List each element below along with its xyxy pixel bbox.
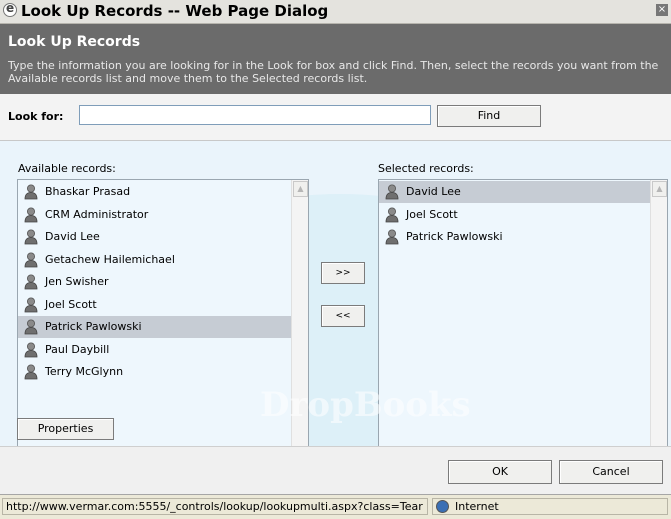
user-icon (24, 364, 38, 380)
list-item[interactable]: Joel Scott (18, 294, 291, 316)
list-item[interactable]: Joel Scott (379, 204, 650, 226)
user-icon (24, 184, 38, 200)
user-icon (24, 207, 38, 222)
close-icon[interactable]: × (656, 4, 668, 16)
available-records-label: Available records: (18, 162, 116, 175)
zone-label: Internet (455, 500, 499, 513)
record-name: Patrick Pawlowski (406, 230, 503, 243)
look-for-label: Look for: (8, 110, 64, 123)
dialog-body: Look for: Find Available records: Select… (0, 94, 671, 503)
dialog-title: Look Up Records (8, 34, 141, 50)
record-name: Joel Scott (45, 297, 97, 311)
add-records-button[interactable]: >> (321, 262, 365, 284)
record-name: Paul Daybill (45, 342, 110, 356)
watermark: DropBooks (260, 385, 471, 425)
user-icon (385, 184, 399, 200)
remove-records-button[interactable]: << (321, 305, 365, 327)
record-name: Joel Scott (406, 207, 458, 221)
dialog-header: Look Up Records Type the information you… (0, 24, 671, 94)
record-name: Getachew Hailemichael (45, 252, 175, 266)
record-name: David Lee (45, 230, 100, 243)
list-item[interactable]: Bhaskar Prasad (18, 181, 291, 203)
list-item[interactable]: David Lee (18, 226, 291, 248)
window-title: Look Up Records -- Web Page Dialog (21, 2, 329, 20)
properties-button[interactable]: Properties (17, 418, 114, 440)
user-icon (24, 274, 38, 290)
record-name: David Lee (406, 185, 461, 198)
status-bar: http://www.vermar.com:5555/_controls/loo… (0, 494, 671, 519)
user-icon (24, 252, 38, 267)
globe-icon (436, 500, 449, 513)
user-icon (385, 207, 399, 222)
search-row: Look for: Find (0, 94, 671, 141)
scroll-up-arrow[interactable]: ▲ (652, 181, 667, 197)
scroll-up-arrow[interactable]: ▲ (293, 181, 308, 197)
list-item[interactable]: Terry McGlynn (18, 361, 291, 383)
record-name: Patrick Pawlowski (45, 320, 142, 333)
user-icon (385, 229, 399, 245)
list-item[interactable]: David Lee (379, 181, 650, 203)
user-icon (24, 319, 38, 335)
title-bar: Look Up Records -- Web Page Dialog × (0, 0, 671, 24)
selected-records-label: Selected records: (378, 162, 474, 175)
record-name: Bhaskar Prasad (45, 185, 131, 198)
find-button[interactable]: Find (437, 105, 541, 127)
user-icon (24, 297, 38, 312)
user-icon (24, 229, 38, 245)
record-name: Terry McGlynn (45, 365, 124, 378)
list-item[interactable]: Getachew Hailemichael (18, 249, 291, 271)
dialog-description: Type the information you are looking for… (8, 59, 659, 85)
look-for-input[interactable] (79, 105, 431, 125)
status-url: http://www.vermar.com:5555/_controls/loo… (2, 498, 428, 515)
list-item[interactable]: Patrick Pawlowski (379, 226, 650, 248)
list-item[interactable]: CRM Administrator (18, 204, 291, 226)
list-item[interactable]: Paul Daybill (18, 339, 291, 361)
list-item[interactable]: Jen Swisher (18, 271, 291, 293)
record-name: Jen Swisher (45, 275, 109, 288)
ie-icon (3, 1, 17, 17)
ok-button[interactable]: OK (448, 460, 552, 484)
record-name: CRM Administrator (45, 207, 149, 221)
list-item[interactable]: Patrick Pawlowski (18, 316, 291, 338)
button-row: OK Cancel (0, 446, 671, 495)
cancel-button[interactable]: Cancel (559, 460, 663, 484)
user-icon (24, 342, 38, 357)
security-zone: Internet (432, 498, 668, 515)
